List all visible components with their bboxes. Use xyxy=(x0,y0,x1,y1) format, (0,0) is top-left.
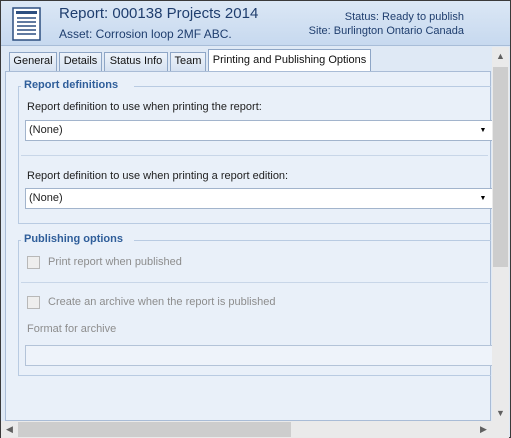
report-title: Report: 000138 Projects 2014 xyxy=(59,5,259,22)
tab-team[interactable]: Team xyxy=(170,52,206,71)
scroll-up-arrow-icon[interactable]: ▲ xyxy=(492,47,509,64)
edition-definition-dropdown[interactable]: (None) ▼ xyxy=(25,188,493,209)
scroll-left-arrow-icon[interactable]: ◀ xyxy=(1,421,18,438)
print-when-published-checkbox[interactable] xyxy=(27,256,40,269)
publishing-options-group: Publishing options Print report when pub… xyxy=(18,233,493,376)
report-window: Report: 000138 Projects 2014 Asset: Corr… xyxy=(0,0,511,438)
group-border xyxy=(18,86,19,224)
print-definition-dropdown[interactable]: (None) ▼ xyxy=(25,120,493,141)
scrollbar-corner xyxy=(492,421,509,438)
separator xyxy=(21,155,488,156)
create-archive-label: Create an archive when the report is pub… xyxy=(48,296,276,308)
vertical-scroll-thumb[interactable] xyxy=(493,67,508,267)
separator xyxy=(21,282,488,283)
horizontal-scroll-thumb[interactable] xyxy=(18,422,291,437)
edition-definition-value: (None) xyxy=(29,192,63,204)
site-label: Site: Burlington Ontario Canada xyxy=(308,25,464,37)
chevron-down-icon[interactable]: ▼ xyxy=(476,123,490,138)
tab-content-panel: Report definitions Report definition to … xyxy=(5,71,493,421)
group-border xyxy=(134,240,491,241)
print-when-published-label: Print report when published xyxy=(48,256,182,268)
tab-general[interactable]: General xyxy=(9,52,57,71)
group-border xyxy=(18,375,491,376)
print-definition-value: (None) xyxy=(29,124,63,136)
vertical-scrollbar[interactable]: ▲ ▼ xyxy=(492,47,509,421)
group-border xyxy=(18,223,491,224)
horizontal-scrollbar[interactable]: ◀ ▶ xyxy=(1,421,492,438)
scroll-down-arrow-icon[interactable]: ▼ xyxy=(492,404,509,421)
archive-format-input[interactable] xyxy=(25,345,493,366)
archive-format-label: Format for archive xyxy=(27,323,117,335)
publishing-options-title: Publishing options xyxy=(21,233,126,245)
edition-definition-label: Report definition to use when printing a… xyxy=(27,170,289,182)
status-label: Status: Ready to publish xyxy=(344,11,464,23)
tab-bar: General Details Status Info Team Printin… xyxy=(1,47,510,71)
report-document-icon xyxy=(12,7,41,41)
print-definition-label: Report definition to use when printing t… xyxy=(27,101,262,113)
tab-status-info[interactable]: Status Info xyxy=(104,52,168,71)
create-archive-checkbox[interactable] xyxy=(27,296,40,309)
group-border xyxy=(134,86,491,87)
report-definitions-group: Report definitions Report definition to … xyxy=(18,79,493,224)
chevron-down-icon[interactable]: ▼ xyxy=(476,191,490,206)
report-header: Report: 000138 Projects 2014 Asset: Corr… xyxy=(1,1,510,46)
asset-subtitle: Asset: Corrosion loop 2MF ABC. xyxy=(59,27,232,41)
tab-printing-publishing-options[interactable]: Printing and Publishing Options xyxy=(208,49,371,71)
report-definitions-title: Report definitions xyxy=(21,79,122,91)
scroll-right-arrow-icon[interactable]: ▶ xyxy=(475,421,492,438)
tab-details[interactable]: Details xyxy=(59,52,102,71)
group-border xyxy=(18,240,19,376)
